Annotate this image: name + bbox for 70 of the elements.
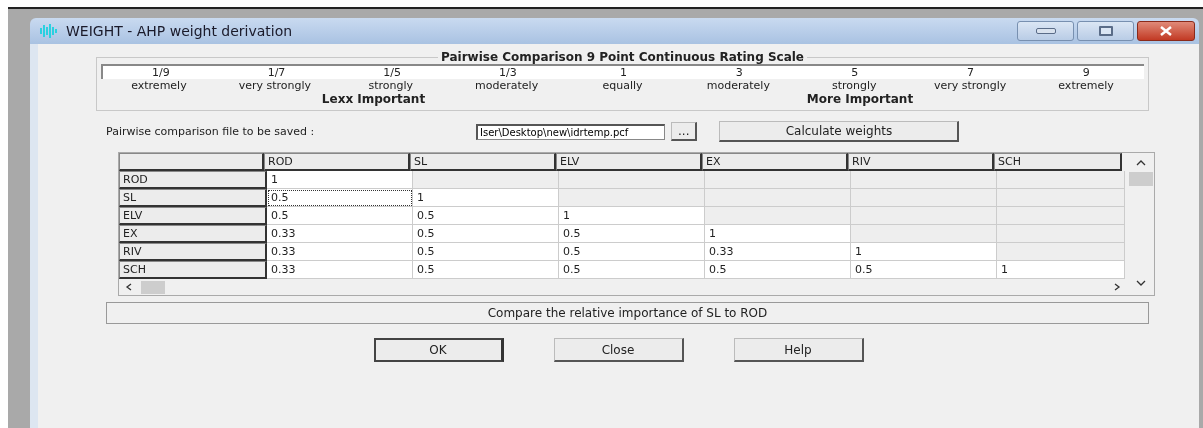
dialog-button[interactable]: OK [373,338,504,362]
table-cell[interactable]: 0.5 [559,243,705,261]
row-header: RIV [119,243,267,261]
row-header: ELV [119,207,267,225]
scale-value: 5 [850,66,860,79]
scale-value: 1/3 [497,66,518,79]
row-header: EX [119,225,267,243]
close-button[interactable] [1137,21,1195,41]
row-header: SCH [119,261,267,279]
column-header: EX [702,153,848,171]
less-important-label: Lexx Important [321,92,426,106]
scale-value: 9 [1081,66,1091,79]
column-header: RIV [848,153,994,171]
table-cell[interactable]: 1 [559,207,705,225]
scale-value: 1/5 [382,66,402,79]
table-cell[interactable]: 0.5 [267,189,413,207]
column-header: ROD [264,153,410,171]
dialog-button[interactable]: Help [733,338,864,362]
table-cell[interactable]: 1 [851,243,997,261]
scale-label: very strongly [237,79,312,92]
table-cell[interactable]: 1 [267,171,413,189]
table-cell[interactable]: 0.5 [413,225,559,243]
scale-title: Pairwise Comparison 9 Point Continuous Rating Scale [440,50,805,64]
row-header: ROD [119,171,267,189]
table-cell[interactable]: 1 [705,225,851,243]
scale-label: moderately [705,79,771,92]
table-cell[interactable]: 0.5 [413,261,559,279]
scale-value: 3 [734,66,744,79]
scale-value: 1/7 [266,66,287,79]
column-header: SCH [994,153,1122,171]
status-bar: Compare the relative importance of SL to ROD [106,302,1149,324]
scale-label: very strongly [932,79,1008,92]
scale-label: strongly [831,79,878,92]
minimize-button[interactable] [1017,21,1074,41]
table-cell[interactable]: 1 [997,261,1125,279]
scale-label: equally [601,79,644,92]
table-cell[interactable]: 0.5 [413,207,559,225]
file-label: Pairwise comparison file to be saved : [106,125,316,138]
table-cell[interactable]: 0.33 [267,243,413,261]
scale-value: 7 [966,66,975,79]
column-header: SL [410,153,556,171]
column-header: ELV [556,153,702,171]
close-icon[interactable] [1159,26,1173,36]
table-cell[interactable]: 0.5 [705,261,851,279]
table-cell[interactable]: 0.5 [559,261,705,279]
table-cell[interactable]: 0.33 [267,261,413,279]
table-cell[interactable]: 0.5 [559,225,705,243]
scale-value: 1 [619,66,628,79]
bars-icon [40,24,58,38]
table-cell[interactable]: 0.5 [267,207,413,225]
table-cell[interactable]: 0.5 [851,261,997,279]
scale-label: moderately [474,79,540,92]
table-cell[interactable]: 0.33 [705,243,851,261]
scale-value: 1/9 [150,66,171,79]
scale-label: strongly [367,79,414,92]
table-cell[interactable]: 0.33 [267,225,413,243]
dialog-button[interactable]: Close [553,338,684,362]
more-important-label: More Important [806,92,914,106]
row-header: SL [119,189,267,207]
maximize-button[interactable] [1077,21,1134,41]
scroll-thumb[interactable] [141,280,165,294]
scale-label: extremely [130,79,188,92]
scale-label: extremely [1057,79,1115,92]
browse-button[interactable]: ... [671,122,698,141]
scroll-thumb[interactable] [1128,172,1153,186]
calculate-weights-button[interactable]: Calculate weights [719,121,960,142]
file-path-field[interactable]: Iser\Desktop\new\idrtemp.pcf [476,123,665,140]
table-cell[interactable]: 1 [413,189,559,207]
window-title: WEIGHT - AHP weight derivation [66,23,293,39]
table-cell[interactable]: 0.5 [413,243,559,261]
